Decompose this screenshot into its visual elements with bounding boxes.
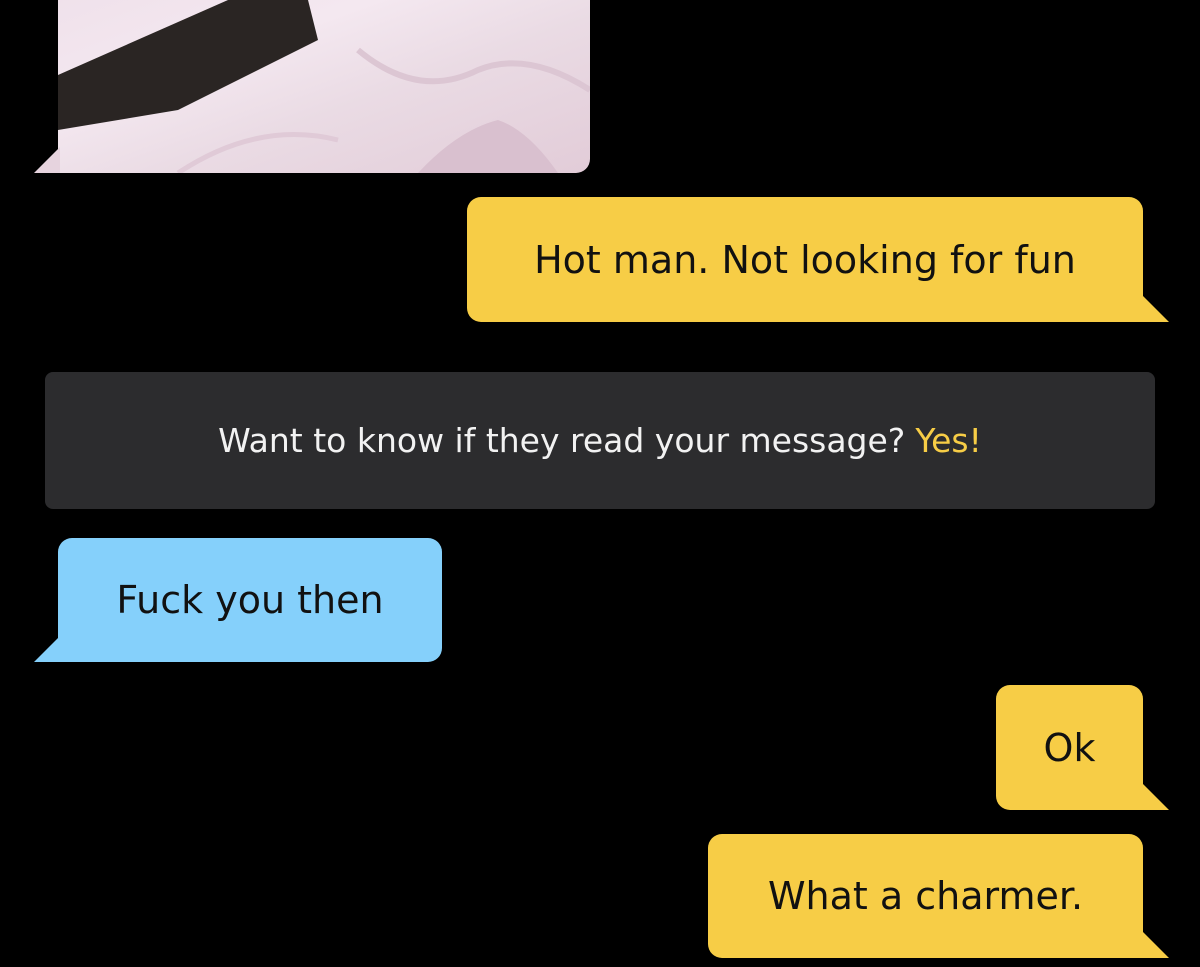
photo-bubble-tail xyxy=(34,147,60,173)
outgoing-bubble-tail xyxy=(1143,784,1169,810)
photo-content xyxy=(58,0,590,173)
incoming-message[interactable]: Fuck you then xyxy=(58,538,442,662)
outgoing-bubble-tail xyxy=(1143,932,1169,958)
banner-yes-link[interactable]: Yes! xyxy=(915,421,982,460)
message-text: What a charmer. xyxy=(767,874,1084,918)
message-text: Hot man. Not looking for fun xyxy=(534,237,1076,282)
message-text: Fuck you then xyxy=(116,578,384,622)
incoming-bubble-tail xyxy=(34,636,60,662)
outgoing-message[interactable]: Hot man. Not looking for fun xyxy=(467,197,1143,322)
outgoing-message[interactable]: Ok xyxy=(996,685,1143,810)
outgoing-bubble-tail xyxy=(1143,296,1169,322)
received-photo[interactable] xyxy=(58,0,590,173)
outgoing-message[interactable]: What a charmer. xyxy=(708,834,1143,958)
read-receipt-banner: Want to know if they read your message? … xyxy=(45,372,1155,509)
message-text: Ok xyxy=(1043,725,1096,770)
banner-prompt: Want to know if they read your message? xyxy=(218,421,906,460)
